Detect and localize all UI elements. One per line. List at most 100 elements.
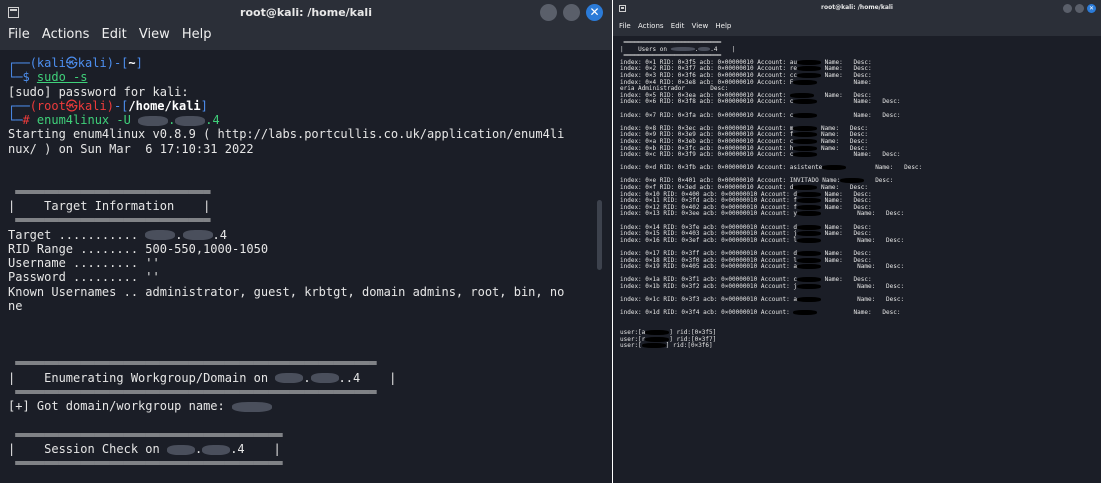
redacted-ip: [310, 373, 339, 384]
redacted-username: [645, 336, 670, 342]
left-terminal-window: root@kali: /home/kali ✕ File Actions Edi…: [0, 0, 612, 483]
box-target-title: | Target Information |: [8, 198, 211, 213]
left-titlebar[interactable]: root@kali: /home/kali ✕: [0, 0, 612, 26]
user-entry: index: 0×c RID: 0×3f9 acb: 0×00000010 Ac…: [620, 151, 901, 159]
prompt-line-2: ┌──(root㉿kali)-[/home/kali]: [8, 98, 208, 113]
box-session-title: | Session Check on . .4 |: [8, 442, 281, 457]
user-entry: index: 0×1d RID: 0×3f4 acb: 0×00000010 A…: [620, 309, 901, 317]
menu-view[interactable]: View: [692, 22, 709, 30]
redacted-account: [822, 165, 847, 171]
menu-file[interactable]: File: [619, 22, 631, 30]
target-line: Target ........... . .4: [8, 227, 227, 242]
sudo-message: [sudo] password for kali:: [8, 84, 189, 99]
users-box-top: ═══════════════════════════: [620, 39, 722, 46]
box-workgroup-title: | Enumerating Workgroup/Domain on . ..4 |: [8, 370, 397, 385]
box-top: ════════════════════════════════════════…: [8, 356, 377, 371]
redacted-username: [645, 330, 670, 336]
redacted-account: [793, 79, 818, 85]
right-titlebar[interactable]: root@kali: /home/kali ✕: [613, 0, 1101, 18]
user-entry: index: 0×d RID: 0×3fb acb: 0×00000010 Ac…: [620, 164, 923, 172]
redacted-account: [797, 59, 822, 65]
right-terminal-window: root@kali: /home/kali ✕ File Actions Edi…: [613, 0, 1101, 483]
redacted-account: [797, 231, 822, 237]
start-line-2: nux/ ) on Sun Mar 6 17:10:31 2022: [8, 141, 254, 156]
redacted-account: [797, 66, 822, 72]
right-terminal-output[interactable]: ═══════════════════════════ | Users on ..…: [613, 36, 1101, 483]
redacted-account: [797, 237, 822, 243]
user-rid-list: user:[a] rid:[0×3f5] user:[r] rid:[0×3f7]…: [620, 329, 1101, 350]
username-line: Username ......... '': [8, 256, 160, 271]
redacted-account: [797, 224, 822, 230]
redacted-account: [797, 191, 822, 197]
user-entry: index: 0×1b RID: 0×3f2 acb: 0×00000010 A…: [620, 282, 905, 290]
redacted-account: [793, 145, 818, 151]
redacted-account: [793, 152, 818, 158]
menu-actions[interactable]: Actions: [42, 27, 90, 42]
redacted-ip: [275, 373, 304, 384]
left-scrollbar[interactable]: [597, 200, 602, 270]
redacted-account: [797, 211, 822, 217]
close-button[interactable]: ✕: [586, 4, 603, 21]
user-entries: index: 0×1 RID: 0×3f5 acb: 0×00000010 Ac…: [620, 59, 1101, 317]
menu-edit[interactable]: Edit: [102, 27, 127, 42]
redacted-account: [797, 264, 822, 270]
redacted-account: [789, 92, 814, 98]
command-line-2: └─# enum4linux -U . .4: [8, 113, 220, 128]
redacted-account: [797, 72, 822, 78]
redacted-account: [793, 138, 818, 144]
close-button[interactable]: ✕: [1087, 4, 1096, 13]
minimize-button[interactable]: [1063, 4, 1072, 13]
left-window-title: root@kali: /home/kali: [240, 6, 372, 19]
redacted-account: [797, 257, 822, 263]
redacted-ip: [175, 115, 206, 126]
redacted-account: [793, 132, 818, 138]
user-entry: index: 0×19 RID: 0×405 acb: 0×00000010 A…: [620, 263, 905, 271]
box-top: ═════════════════════════════════════: [8, 427, 283, 442]
redacted-ip: [202, 444, 231, 455]
user-entry: index: 0×13 RID: 0×3ee acb: 0×00000010 A…: [620, 210, 905, 218]
redacted-account: [797, 204, 822, 210]
redacted-account: [797, 297, 822, 303]
right-window-title: root@kali: /home/kali: [821, 4, 893, 11]
rid-range: RID Range ........ 500-550,1000-1050: [8, 241, 269, 256]
left-terminal-output[interactable]: ┌──(kali㉿kali)-[~] └─$ sudo -s [sudo] pass…: [0, 50, 612, 483]
prompt-line-1: ┌──(kali㉿kali)-[~]: [8, 56, 143, 70]
redacted-ip: [145, 230, 176, 241]
redacted-ip: [182, 230, 213, 241]
redacted-account: [793, 112, 818, 118]
minimize-button[interactable]: [540, 4, 557, 21]
redacted-ip: [166, 444, 195, 455]
box-bottom: ═══════════════════════════: [8, 213, 211, 228]
redacted-username: [641, 343, 666, 349]
menu-actions[interactable]: Actions: [638, 22, 664, 30]
user-entry: index: 0×7 RID: 0×3fa acb: 0×00000010 Ac…: [620, 111, 901, 119]
maximize-button[interactable]: [563, 4, 580, 21]
redacted-account: [840, 178, 865, 184]
menu-help[interactable]: Help: [182, 27, 212, 42]
known-users-1: Known Usernames .. administrator, guest,…: [8, 284, 565, 299]
command-line-1: └─$ sudo -s: [8, 70, 88, 85]
redacted-account: [797, 198, 822, 204]
menu-view[interactable]: View: [139, 27, 170, 42]
domain-line: [+] Got domain/workgroup name:: [8, 399, 612, 413]
menu-file[interactable]: File: [8, 27, 30, 42]
user-entry: index: 0×1c RID: 0×3f3 acb: 0×00000010 A…: [620, 296, 905, 304]
user-rid-line: user:[] rid:[0×3f6]: [620, 342, 713, 350]
redacted-account: [797, 283, 822, 289]
password-line: Password ......... '': [8, 270, 160, 285]
maximize-button[interactable]: [1075, 4, 1084, 13]
box-top: ═══════════════════════════: [8, 184, 211, 199]
box-bottom: ════════════════════════════════════════…: [8, 384, 377, 399]
redacted-ip: [138, 115, 169, 126]
user-entry: index: 0×6 RID: 0×3f8 acb: 0×00000010 Ac…: [620, 98, 901, 106]
menu-edit[interactable]: Edit: [671, 22, 685, 30]
redacted-account: [797, 251, 822, 256]
redacted-account: [793, 185, 818, 191]
menu-help[interactable]: Help: [715, 22, 731, 30]
redacted-account: [797, 277, 822, 283]
redacted-account: [793, 310, 818, 316]
start-line-1: Starting enum4linux v0.8.9 ( http://labs…: [8, 127, 565, 142]
right-menubar: File Actions Edit View Help: [613, 18, 1101, 36]
left-menubar: File Actions Edit View Help: [0, 26, 612, 50]
redacted-domain: [231, 401, 272, 412]
